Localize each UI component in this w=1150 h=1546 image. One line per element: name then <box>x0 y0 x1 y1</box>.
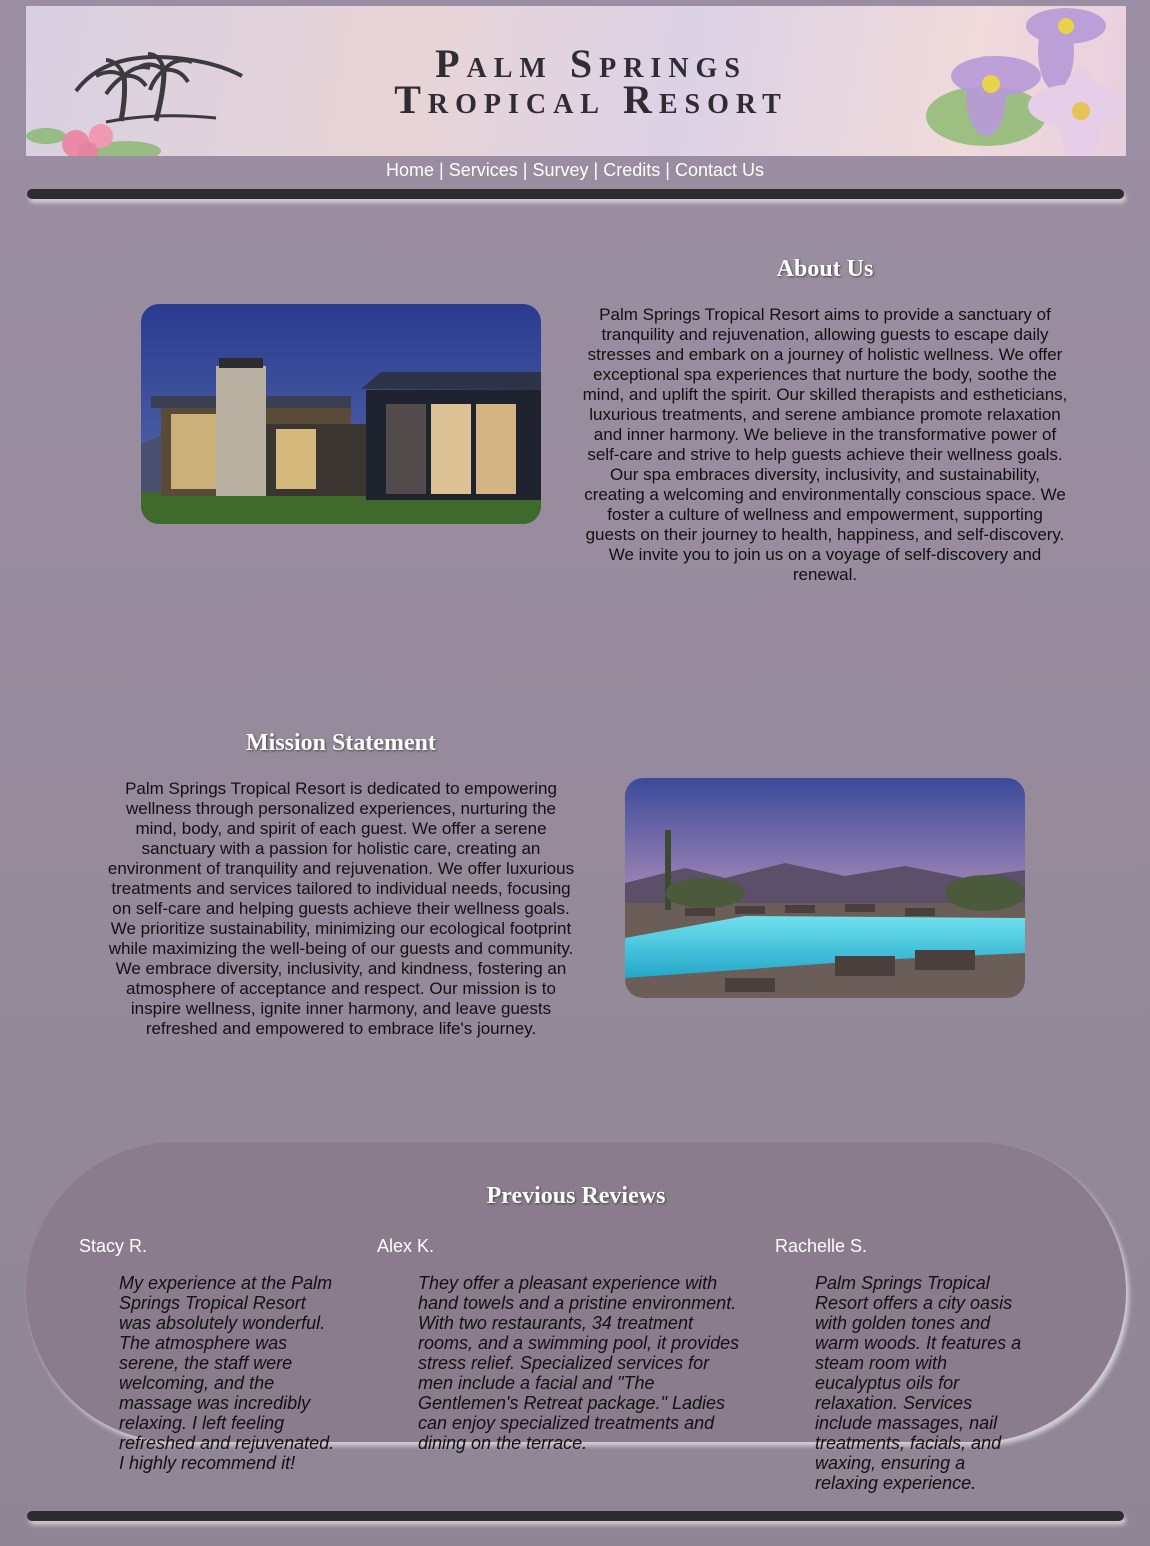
nav-separator: | <box>439 160 444 180</box>
header-banner: Palm Springs Tropical Resort <box>26 6 1126 156</box>
banner-title-line2: Tropical Resort <box>394 77 788 122</box>
nav-separator: | <box>522 160 528 180</box>
nav-contact-us[interactable]: Contact Us <box>675 160 764 180</box>
review-text: They offer a pleasant experience with ha… <box>418 1273 740 1453</box>
review-text: Palm Springs Tropical Resort offers a ci… <box>815 1273 1022 1493</box>
nav-home[interactable]: Home <box>386 160 434 180</box>
bottom-divider <box>27 1511 1124 1521</box>
top-divider <box>27 189 1124 199</box>
reviewer-name: Alex K. <box>377 1236 435 1256</box>
review-text: My experience at the Palm Springs Tropic… <box>119 1273 335 1473</box>
reviewer-name: Stacy R. <box>79 1236 148 1256</box>
main-nav: Home | Services | Survey | Credits | Con… <box>0 158 1150 182</box>
nav-credits[interactable]: Credits <box>603 160 660 180</box>
nav-separator: | <box>665 160 670 180</box>
mission-heading: Mission Statement <box>246 730 436 756</box>
flowers-decoration-right <box>926 8 1124 156</box>
flowers-decoration-left <box>26 124 161 156</box>
reviews-heading: Previous Reviews <box>486 1183 666 1209</box>
about-text: Palm Springs Tropical Resort aims to pro… <box>582 305 1068 584</box>
nav-services[interactable]: Services <box>449 160 518 180</box>
about-heading: About Us <box>776 256 874 282</box>
resort-house-photo <box>141 304 541 524</box>
mission-text: Palm Springs Tropical Resort is dedicate… <box>107 779 575 1038</box>
reviewer-name: Rachelle S. <box>775 1236 868 1256</box>
nav-survey[interactable]: Survey <box>532 160 588 180</box>
nav-separator: | <box>593 160 599 180</box>
resort-pool-photo <box>625 778 1025 998</box>
